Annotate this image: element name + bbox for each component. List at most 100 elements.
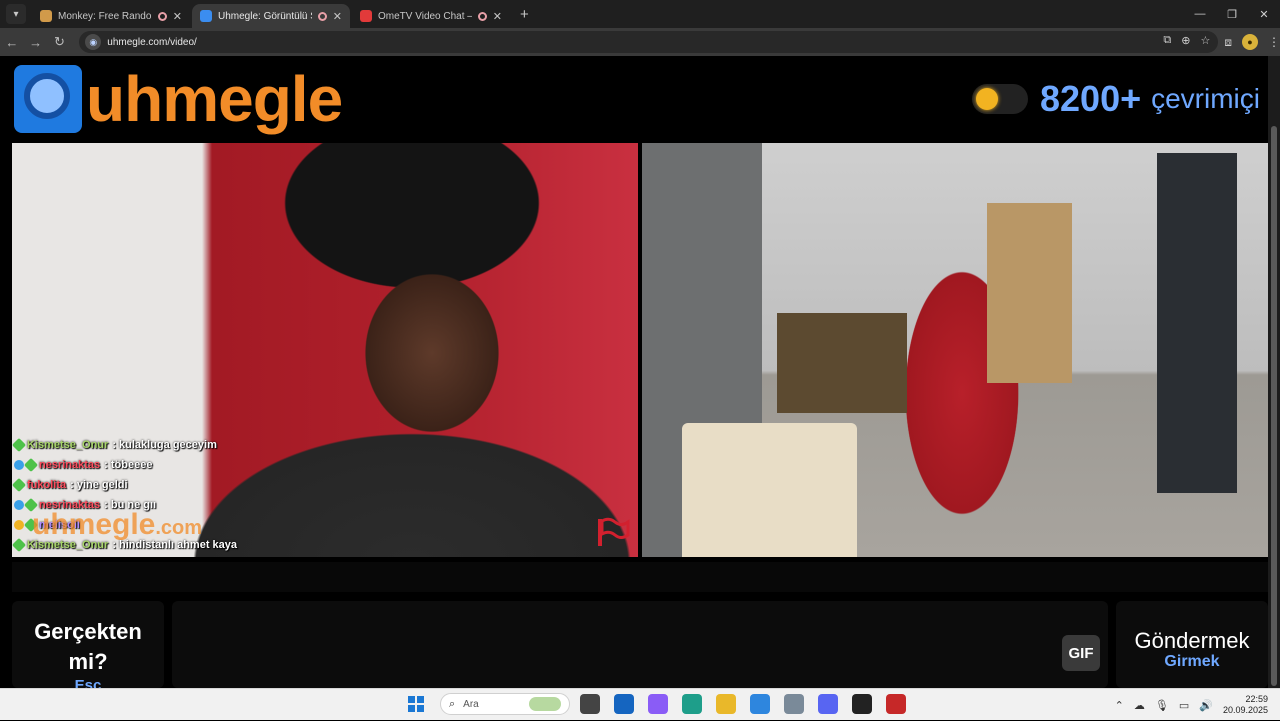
search-highlight-icon — [529, 697, 561, 711]
search-icon: ⌕ — [449, 697, 456, 710]
extensions-icon[interactable]: ⧈ — [1224, 35, 1232, 50]
url-text: uhmegle.com/video/ — [107, 36, 197, 48]
chat-message: nesrinaktas : töbeeee — [14, 455, 314, 475]
self-video — [642, 143, 1268, 557]
video-background-cabinet — [987, 203, 1072, 383]
monitor-icon[interactable]: ▭ — [1179, 699, 1189, 712]
settings-gear-icon[interactable] — [784, 694, 804, 714]
close-icon[interactable]: ✕ — [333, 10, 342, 23]
tab-title: OmeTV Video Chat — Ome — [378, 10, 472, 22]
scrollbar-thumb[interactable] — [1271, 126, 1277, 686]
recording-icon — [477, 11, 487, 21]
cloud-icon[interactable]: ☁ — [1134, 699, 1145, 712]
gif-button[interactable]: GIF — [1062, 635, 1100, 671]
tab-search-button[interactable]: ▾ — [6, 4, 26, 24]
edge-icon[interactable] — [682, 694, 702, 714]
skip-button[interactable]: Gerçekten mi? Esc — [12, 601, 164, 694]
coin-badge-icon — [14, 520, 24, 530]
sun-icon — [976, 88, 998, 110]
search-placeholder: Ara — [463, 698, 479, 710]
recording-icon — [317, 11, 327, 21]
minimize-icon[interactable]: — — [1184, 0, 1216, 28]
theme-toggle[interactable] — [972, 84, 1028, 114]
globe-badge-icon — [14, 460, 24, 470]
monkey-favicon-icon — [40, 10, 52, 22]
system-tray: ⌃ ☁ 🎙 ▭ 🔊 22:59 20.09.2025 — [1115, 689, 1280, 721]
chat-username[interactable]: fukolita — [27, 475, 66, 495]
uhmegle-logo-icon — [14, 65, 82, 133]
video-watermark: uhmegle.com — [32, 508, 202, 542]
browser-toolbar: ← → ↻ ◉ uhmegle.com/video/ ⧉ ⊕ ☆ ⧈ ● ⋮ — [0, 28, 1280, 56]
skip-title: Gerçekten mi? — [34, 619, 142, 674]
video-background-chair — [682, 423, 857, 557]
report-flag-icon[interactable] — [596, 517, 630, 547]
watermark-suffix: .com — [155, 517, 203, 539]
translate-icon[interactable]: ⧉ — [1163, 34, 1171, 47]
new-tab-button[interactable]: + — [520, 6, 529, 23]
ometv-favicon-icon — [360, 10, 372, 22]
obs-icon[interactable] — [852, 694, 872, 714]
restore-icon[interactable]: ❐ — [1216, 0, 1248, 28]
online-status: 8200+ çevrimiçi — [972, 78, 1260, 120]
tab-title: Uhmegle: Görüntülü Sohbe — [218, 10, 312, 22]
chat-text: : kulakluga geceyim — [112, 439, 217, 451]
microphone-icon[interactable]: 🎙 — [1155, 699, 1169, 712]
send-title: Göndermek — [1134, 628, 1250, 653]
clock-date: 20.09.2025 — [1222, 705, 1268, 715]
diamond-badge-icon — [23, 457, 39, 473]
window-controls: — ❐ ✕ — [1184, 0, 1280, 28]
send-shortcut: Girmek — [1164, 653, 1220, 670]
online-label: çevrimiçi — [1151, 83, 1260, 114]
clock[interactable]: 22:59 20.09.2025 — [1223, 694, 1268, 716]
windows-taskbar: ⌕ Ara ⌃ ☁ 🎙 ▭ 🔊 22:59 20.09.2025 — [0, 688, 1280, 720]
watermark-text: uhmegle — [32, 508, 156, 541]
video-background-door — [1157, 153, 1237, 493]
volume-icon[interactable]: 🔊 — [1199, 699, 1213, 712]
windows-start-icon[interactable] — [408, 696, 424, 712]
chat-username[interactable]: Kismetse_Onur — [27, 435, 108, 455]
chat-username[interactable]: nesrinaktas — [39, 455, 100, 475]
uhmegle-favicon-icon — [200, 10, 212, 22]
taskbar-search[interactable]: ⌕ Ara — [440, 693, 570, 715]
notepad-icon[interactable] — [750, 694, 770, 714]
tab-ometv[interactable]: OmeTV Video Chat — Ome ✕ — [352, 4, 510, 28]
profile-avatar-icon[interactable]: ● — [1241, 34, 1258, 50]
page-scrollbar[interactable] — [1268, 56, 1280, 688]
media-player-icon[interactable] — [886, 694, 906, 714]
chevron-up-icon[interactable]: ⌃ — [1115, 699, 1124, 712]
clock-time: 22:59 — [1245, 694, 1268, 704]
logo-text: uhmegle — [86, 63, 343, 135]
tab-monkey[interactable]: Monkey: Free Random Vide ✕ — [32, 4, 190, 28]
discord-icon[interactable] — [818, 694, 838, 714]
close-icon[interactable]: ✕ — [493, 10, 502, 23]
chat-text: : töbeeee — [104, 459, 153, 471]
close-icon[interactable]: ✕ — [173, 10, 182, 23]
chat-message: Kismetse_Onur : kulakluga geceyim — [12, 435, 314, 455]
close-window-icon[interactable]: ✕ — [1248, 0, 1280, 28]
chrome-icon[interactable] — [716, 694, 736, 714]
menu-kebab-icon[interactable]: ⋮ — [1268, 35, 1280, 49]
chat-message: fukolita : yine geldi — [12, 475, 314, 495]
back-icon[interactable]: ← — [0, 35, 24, 50]
tab-uhmegle[interactable]: Uhmegle: Görüntülü Sohbe ✕ — [192, 4, 350, 28]
chat-text: : yine geldi — [70, 479, 128, 491]
send-button[interactable]: Göndermek Girmek — [1116, 601, 1268, 688]
bookmark-star-icon[interactable]: ☆ — [1200, 34, 1210, 47]
task-view-icon[interactable] — [580, 694, 600, 714]
chat-input[interactable]: GIF — [172, 601, 1108, 688]
diamond-badge-icon — [12, 437, 27, 453]
site-logo[interactable]: uhmegle — [14, 63, 343, 135]
forward-icon[interactable]: → — [24, 35, 48, 50]
video-background-bed — [777, 313, 907, 413]
copilot-icon[interactable] — [648, 694, 668, 714]
outlook-icon[interactable] — [614, 694, 634, 714]
reload-icon[interactable]: ↻ — [48, 34, 72, 50]
zoom-icon[interactable]: ⊕ — [1181, 34, 1190, 47]
online-count: 8200+ — [1040, 78, 1142, 119]
uhmegle-page: uhmegle 8200+ çevrimiçi Kismetse_Onur : … — [0, 56, 1268, 694]
recording-icon — [157, 11, 167, 21]
diamond-badge-icon — [12, 477, 27, 493]
site-info-icon[interactable]: ◉ — [85, 34, 102, 50]
stranger-video: Kismetse_Onur : kulakluga geceyim nesrin… — [12, 143, 638, 557]
address-bar[interactable]: ◉ uhmegle.com/video/ ⧉ ⊕ ☆ — [79, 31, 1219, 53]
